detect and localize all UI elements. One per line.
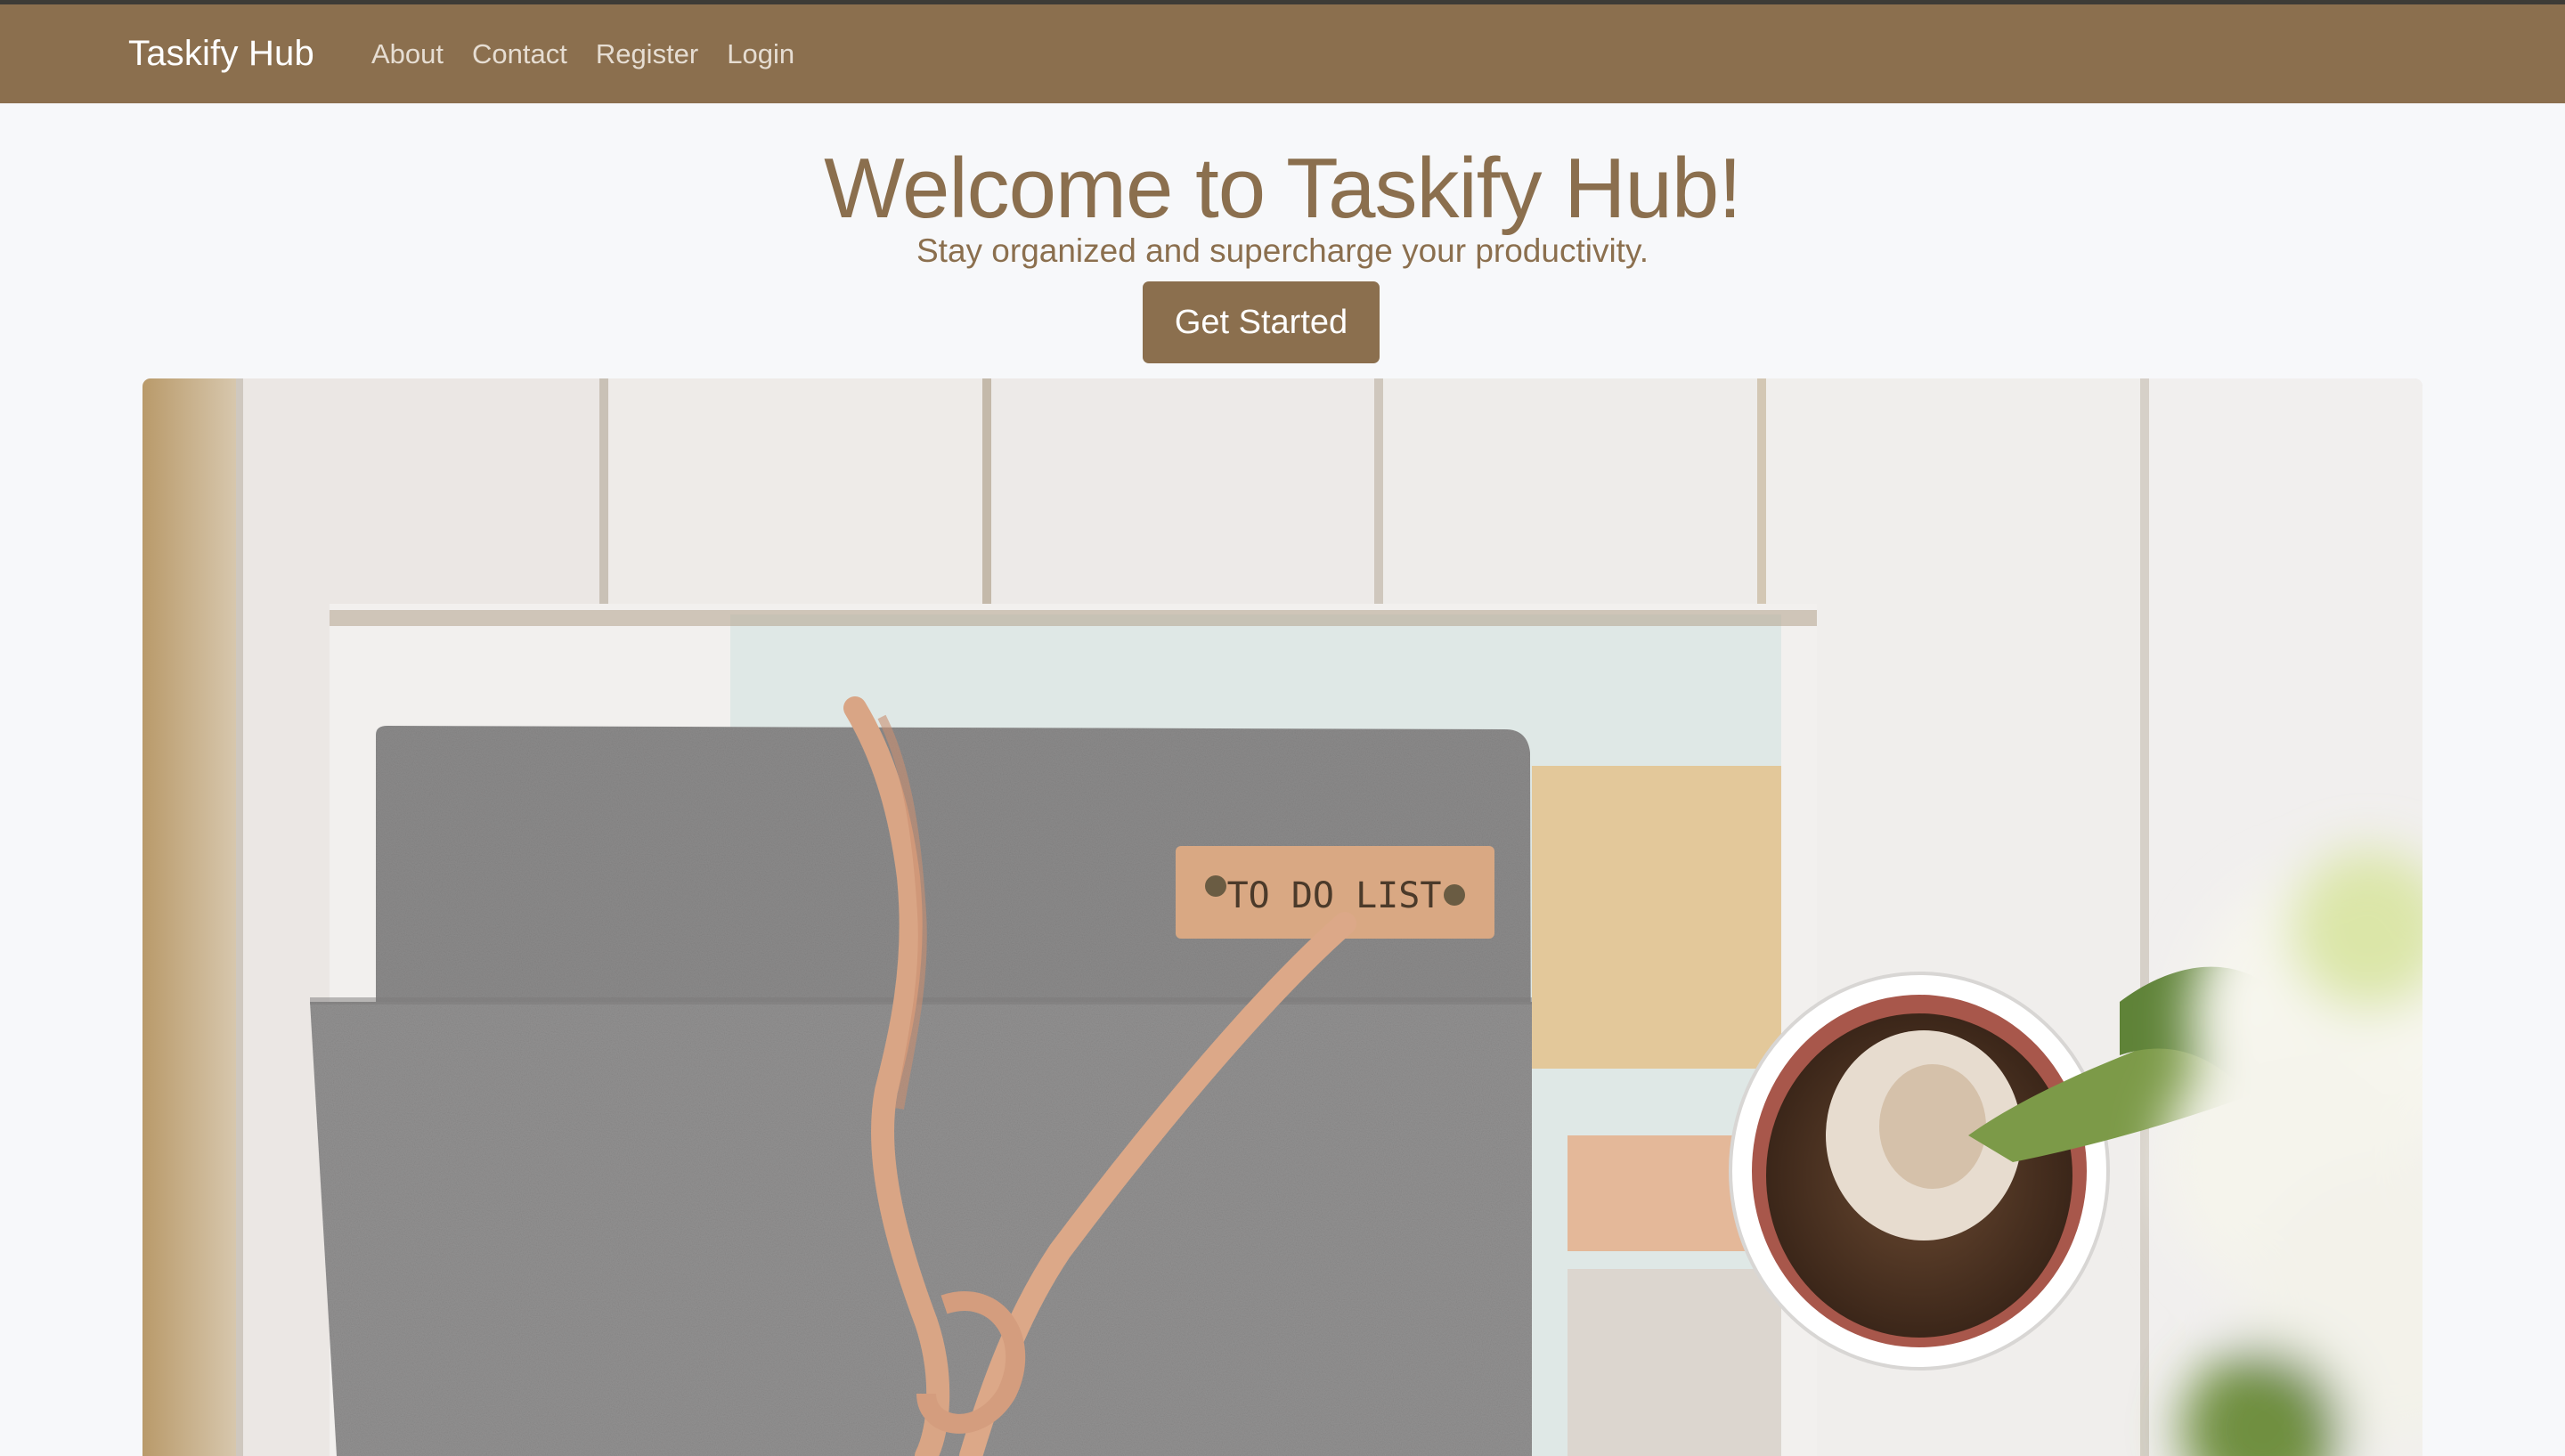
navbar: Taskify Hub About Contact Register Login: [0, 4, 2565, 103]
brand-logo[interactable]: Taskify Hub: [128, 34, 314, 74]
todo-tag-text: TO DO LIST: [1227, 875, 1442, 916]
nav-link-register[interactable]: Register: [582, 38, 712, 70]
hero-image: TO DO LIST: [142, 378, 2422, 1456]
nav-link-login[interactable]: Login: [712, 38, 809, 70]
nav-link-contact[interactable]: Contact: [458, 38, 582, 70]
nav-link-about[interactable]: About: [357, 38, 458, 70]
nav-links: About Contact Register Login: [357, 38, 809, 70]
hero-subtitle: Stay organized and supercharge your prod…: [916, 232, 1649, 269]
get-started-button[interactable]: Get Started: [1143, 281, 1380, 363]
